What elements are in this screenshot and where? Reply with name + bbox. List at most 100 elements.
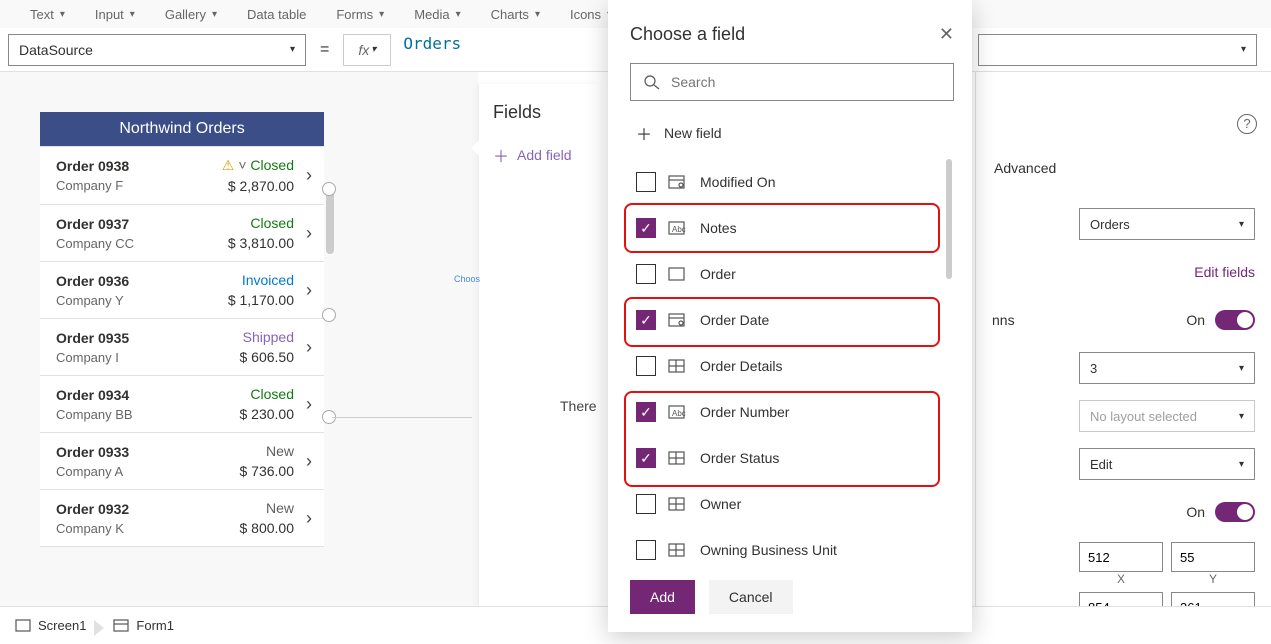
field-checkbox[interactable] bbox=[636, 310, 656, 330]
cancel-button[interactable]: Cancel bbox=[709, 580, 793, 614]
order-row[interactable]: Order 0934Company BBClosed$ 230.00› bbox=[40, 376, 324, 433]
order-number: Order 0935 bbox=[56, 330, 240, 346]
layout-value: No layout selected bbox=[1090, 409, 1197, 424]
search-icon bbox=[643, 74, 661, 90]
order-status: Closed bbox=[240, 386, 295, 402]
chevron-right-icon: › bbox=[306, 394, 312, 415]
add-button[interactable]: Add bbox=[630, 580, 695, 614]
formula-result-dropdown[interactable]: ▾ bbox=[978, 34, 1257, 66]
field-type-icon bbox=[668, 358, 688, 374]
position-y-input[interactable] bbox=[1171, 542, 1255, 572]
field-option[interactable]: Order Details bbox=[630, 343, 954, 389]
ribbon-datatable[interactable]: Data table bbox=[247, 7, 306, 22]
toggle-label: On bbox=[1186, 312, 1205, 328]
gallery-title: Northwind Orders bbox=[40, 112, 324, 146]
order-row[interactable]: Order 0935Company IShipped$ 606.50› bbox=[40, 319, 324, 376]
ribbon-gallery[interactable]: Gallery▾ bbox=[165, 7, 217, 22]
field-type-icon bbox=[668, 174, 688, 190]
default-mode-select[interactable]: Edit▾ bbox=[1079, 448, 1255, 480]
ribbon-input[interactable]: Input▾ bbox=[95, 7, 135, 22]
field-type-icon bbox=[668, 542, 688, 558]
field-option[interactable]: AbcOrder Number bbox=[630, 389, 954, 435]
close-icon[interactable]: ✕ bbox=[939, 24, 954, 45]
field-option[interactable]: Owner bbox=[630, 481, 954, 527]
form-icon bbox=[112, 618, 130, 634]
field-checkbox[interactable] bbox=[636, 172, 656, 192]
field-checkbox[interactable] bbox=[636, 448, 656, 468]
property-dropdown[interactable]: DataSource ▾ bbox=[8, 34, 306, 66]
properties-panel: ? Advanced Orders▾ Edit fields nns On 3▾… bbox=[975, 72, 1271, 606]
field-checkbox[interactable] bbox=[636, 264, 656, 284]
field-checkbox[interactable] bbox=[636, 218, 656, 238]
selection-handle[interactable] bbox=[322, 182, 336, 196]
chevron-right-icon: › bbox=[306, 451, 312, 472]
position-x-input[interactable] bbox=[1079, 542, 1163, 572]
ribbon-forms[interactable]: Forms▾ bbox=[336, 7, 384, 22]
x-axis-label: X bbox=[1079, 572, 1163, 586]
order-company: Company K bbox=[56, 521, 240, 536]
order-number: Order 0936 bbox=[56, 273, 228, 289]
field-type-icon bbox=[668, 312, 688, 328]
order-price: $ 1,170.00 bbox=[228, 292, 294, 308]
order-status: Shipped bbox=[240, 329, 295, 345]
columns-select[interactable]: 3▾ bbox=[1079, 352, 1255, 384]
snap-toggle[interactable] bbox=[1215, 310, 1255, 330]
field-option[interactable]: Order Status bbox=[630, 435, 954, 481]
chevron-right-icon: › bbox=[306, 280, 312, 301]
canvas-area: Northwind Orders Order 0938Company F⚠˅ C… bbox=[0, 72, 478, 606]
field-checkbox[interactable] bbox=[636, 494, 656, 514]
selection-handle[interactable] bbox=[322, 308, 336, 322]
order-price: $ 230.00 bbox=[240, 406, 295, 422]
field-option[interactable]: Order Date bbox=[630, 297, 954, 343]
breadcrumb-form[interactable]: Form1 bbox=[112, 618, 174, 634]
chevron-down-icon: ▾ bbox=[290, 44, 295, 55]
field-option[interactable]: AbcNotes bbox=[630, 205, 954, 251]
field-checkbox[interactable] bbox=[636, 356, 656, 376]
order-row[interactable]: Order 0938Company F⚠˅ Closed$ 2,870.00› bbox=[40, 146, 324, 205]
field-checkbox[interactable] bbox=[636, 402, 656, 422]
field-option[interactable]: Owning Business Unit bbox=[630, 527, 954, 573]
field-type-icon bbox=[668, 496, 688, 512]
canvas-hint: Choos bbox=[454, 274, 480, 284]
order-row[interactable]: Order 0932Company KNew$ 800.00› bbox=[40, 490, 324, 547]
ribbon-media[interactable]: Media▾ bbox=[414, 7, 460, 22]
flyout-pointer bbox=[471, 140, 479, 156]
svg-text:Abc: Abc bbox=[672, 225, 686, 234]
help-icon[interactable]: ? bbox=[1237, 114, 1257, 134]
field-list: Modified OnAbcNotesOrder Order Date Order … bbox=[630, 159, 954, 573]
breadcrumb-screen[interactable]: Screen1 bbox=[14, 618, 86, 634]
field-checkbox[interactable] bbox=[636, 540, 656, 560]
new-field-button[interactable]: ＋ New field bbox=[636, 121, 954, 145]
fx-button[interactable]: fx▾ bbox=[343, 34, 391, 66]
order-company: Company Y bbox=[56, 293, 228, 308]
choose-field-popup: Choose a field ✕ ＋ New field Modified On… bbox=[608, 0, 972, 632]
visible-toggle[interactable] bbox=[1215, 502, 1255, 522]
field-name-label: Order Date bbox=[700, 312, 769, 328]
order-row[interactable]: Order 0936Company YInvoiced$ 1,170.00› bbox=[40, 262, 324, 319]
data-source-select[interactable]: Orders▾ bbox=[1079, 208, 1255, 240]
order-row[interactable]: Order 0933Company ANew$ 736.00› bbox=[40, 433, 324, 490]
order-company: Company CC bbox=[56, 236, 228, 251]
order-price: $ 2,870.00 bbox=[222, 178, 294, 194]
chevron-down-icon: ▾ bbox=[1241, 44, 1246, 55]
ribbon-charts[interactable]: Charts▾ bbox=[491, 7, 540, 22]
chevron-right-icon: › bbox=[306, 337, 312, 358]
field-option[interactable]: Modified On bbox=[630, 159, 954, 205]
field-type-icon bbox=[668, 450, 688, 466]
order-row[interactable]: Order 0937Company CCClosed$ 3,810.00› bbox=[40, 205, 324, 262]
snap-columns-partial: nns bbox=[992, 312, 1015, 328]
order-gallery[interactable]: Northwind Orders Order 0938Company F⚠˅ C… bbox=[40, 112, 324, 547]
edit-fields-link[interactable]: Edit fields bbox=[1194, 264, 1255, 280]
add-field-button[interactable]: ＋ Add field bbox=[493, 143, 586, 167]
field-list-scrollbar[interactable] bbox=[946, 159, 952, 279]
field-search-box[interactable] bbox=[630, 63, 954, 101]
ribbon-icons[interactable]: Icons▾ bbox=[570, 7, 612, 22]
order-company: Company A bbox=[56, 464, 240, 479]
field-search-input[interactable] bbox=[671, 74, 941, 90]
properties-tab-advanced[interactable]: Advanced bbox=[994, 160, 1056, 176]
ribbon-text[interactable]: Text▾ bbox=[30, 7, 65, 22]
layout-select: No layout selected▾ bbox=[1079, 400, 1255, 432]
field-option[interactable]: Order bbox=[630, 251, 954, 297]
selection-guideline bbox=[332, 417, 472, 418]
plus-icon: ＋ bbox=[493, 143, 509, 167]
